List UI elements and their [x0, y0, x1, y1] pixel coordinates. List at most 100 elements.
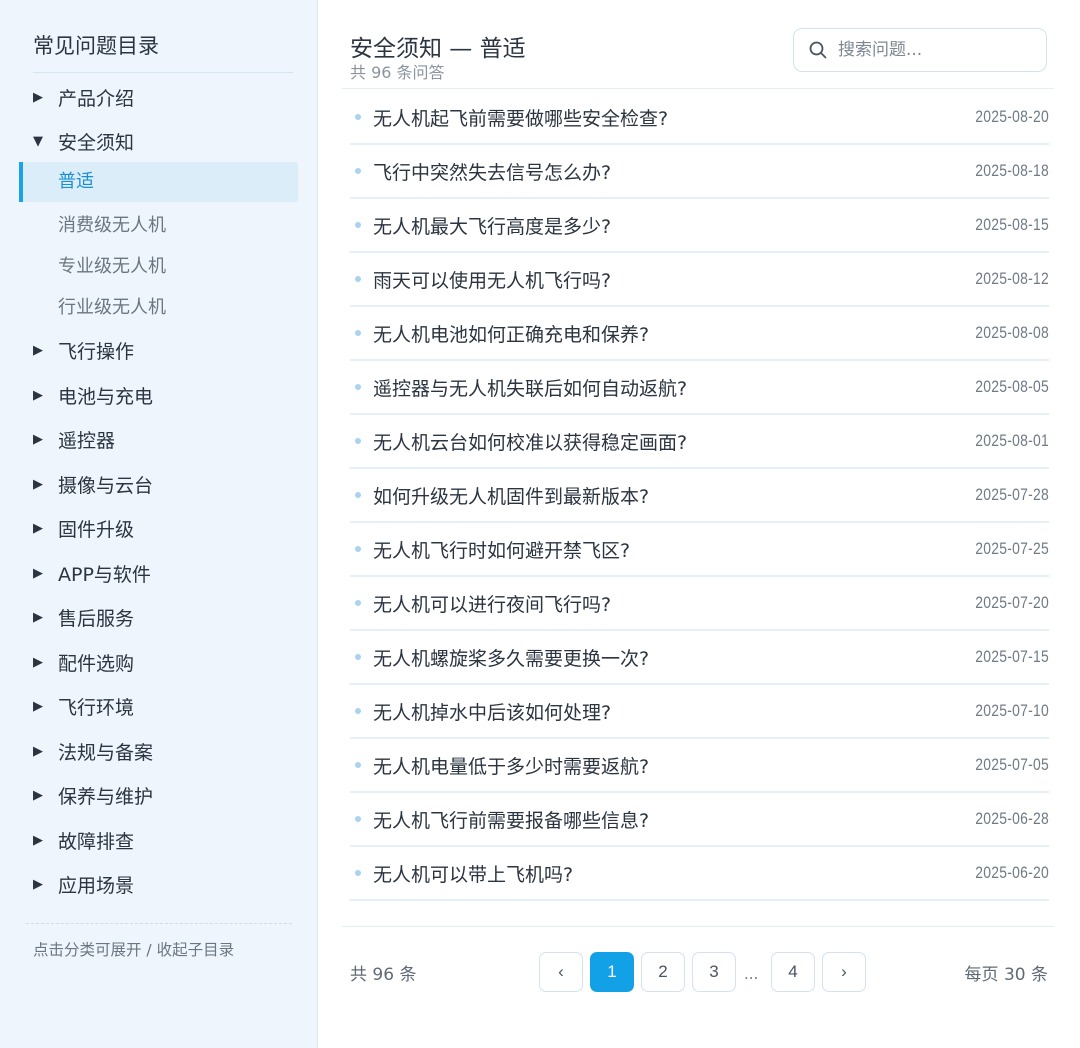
question-title: 无人机电量低于多少时需要返航? — [373, 755, 650, 778]
sidebar-item-label: 固件升级 — [58, 518, 135, 541]
question-title: 无人机螺旋桨多久需要更换一次? — [373, 647, 650, 670]
sidebar-item-label: 飞行操作 — [58, 340, 135, 363]
bullet-dot-icon — [355, 546, 361, 552]
sidebar-subitem-professional[interactable]: 专业级无人机 — [58, 250, 166, 280]
triangle-right-icon: ▶ — [33, 476, 43, 492]
question-date: 2025-07-28 — [975, 485, 1049, 504]
triangle-right-icon: ▶ — [33, 342, 43, 358]
question-row[interactable]: 无人机掉水中后该如何处理? 2025-07-10 — [350, 685, 1049, 739]
question-title: 飞行中突然失去信号怎么办? — [373, 161, 612, 184]
question-row[interactable]: 无人机电池如何正确充电和保养? 2025-08-08 — [350, 307, 1049, 361]
sidebar-item-app[interactable]: ▶ APP与软件 — [33, 558, 151, 588]
prev-page-button[interactable]: ‹ — [539, 952, 583, 992]
bullet-dot-icon — [355, 708, 361, 714]
bullet-dot-icon — [355, 492, 361, 498]
sidebar-item-use-cases[interactable]: ▶ 应用场景 — [33, 869, 134, 899]
question-row[interactable]: 飞行中突然失去信号怎么办? 2025-08-18 — [350, 145, 1049, 199]
search-box[interactable] — [793, 28, 1047, 72]
question-row[interactable]: 雨天可以使用无人机飞行吗? 2025-08-12 — [350, 253, 1049, 307]
question-date: 2025-07-10 — [975, 701, 1049, 720]
sidebar-item-remote[interactable]: ▶ 遥控器 — [33, 424, 115, 454]
sidebar-subitem-industry[interactable]: 行业级无人机 — [58, 291, 166, 321]
triangle-down-icon: ▼ — [33, 133, 43, 149]
question-row[interactable]: 无人机可以进行夜间飞行吗? 2025-07-20 — [350, 577, 1049, 631]
sidebar-title: 常见问题目录 — [33, 34, 159, 58]
sidebar-item-label: 遥控器 — [58, 429, 116, 452]
question-row[interactable]: 无人机飞行前需要报备哪些信息? 2025-06-28 — [350, 793, 1049, 847]
question-row[interactable]: 无人机电量低于多少时需要返航? 2025-07-05 — [350, 739, 1049, 793]
page-button-1[interactable]: 1 — [590, 952, 634, 992]
question-date: 2025-06-28 — [975, 809, 1049, 828]
question-date: 2025-08-18 — [975, 161, 1049, 180]
bullet-dot-icon — [355, 114, 361, 120]
sidebar-item-environment[interactable]: ▶ 飞行环境 — [33, 691, 134, 721]
bullet-dot-icon — [355, 600, 361, 606]
pagination: ‹ 1 2 3 ... 4 › — [539, 952, 869, 992]
sidebar-item-label: 配件选购 — [58, 652, 135, 675]
bullet-dot-icon — [355, 330, 361, 336]
main-content: 安全须知 — 普适 共 96 条问答 无人机起飞前需要做哪些安全检查? 2025… — [319, 0, 1080, 1048]
sidebar-item-accessories[interactable]: ▶ 配件选购 — [33, 647, 134, 677]
sidebar-item-label: 法规与备案 — [58, 741, 154, 764]
header-divider — [342, 88, 1054, 89]
triangle-right-icon: ▶ — [33, 654, 43, 670]
sidebar-item-label: 应用场景 — [58, 874, 135, 897]
question-title: 无人机飞行时如何避开禁飞区? — [373, 539, 631, 562]
question-date: 2025-08-20 — [975, 107, 1049, 126]
sidebar-item-flight-ops[interactable]: ▶ 飞行操作 — [33, 335, 134, 365]
sidebar-item-battery[interactable]: ▶ 电池与充电 — [33, 380, 153, 410]
question-date: 2025-08-15 — [975, 215, 1049, 234]
triangle-right-icon: ▶ — [33, 743, 43, 759]
question-title: 无人机云台如何校准以获得稳定画面? — [373, 431, 688, 454]
question-row[interactable]: 无人机可以带上飞机吗? 2025-06-20 — [350, 847, 1049, 901]
bullet-dot-icon — [355, 438, 361, 444]
bullet-dot-icon — [355, 168, 361, 174]
bullet-dot-icon — [355, 762, 361, 768]
next-page-button[interactable]: › — [822, 952, 866, 992]
page-title: 安全须知 — 普适 — [350, 36, 526, 62]
question-date: 2025-08-05 — [975, 377, 1049, 396]
search-icon — [809, 41, 827, 59]
triangle-right-icon: ▶ — [33, 431, 43, 447]
question-row[interactable]: 无人机螺旋桨多久需要更换一次? 2025-07-15 — [350, 631, 1049, 685]
question-row[interactable]: 无人机最大飞行高度是多少? 2025-08-15 — [350, 199, 1049, 253]
page-button-2[interactable]: 2 — [641, 952, 685, 992]
sidebar-item-maintenance[interactable]: ▶ 保养与维护 — [33, 780, 153, 810]
question-date: 2025-08-12 — [975, 269, 1049, 288]
sidebar-item-product-intro[interactable]: ▶ 产品介绍 — [33, 82, 134, 112]
page-size-label[interactable]: 每页 30 条 — [965, 960, 1048, 985]
triangle-right-icon: ▶ — [33, 787, 43, 803]
bullet-dot-icon — [355, 870, 361, 876]
sidebar-item-troubleshooting[interactable]: ▶ 故障排查 — [33, 825, 134, 855]
question-row[interactable]: 无人机飞行时如何避开禁飞区? 2025-07-25 — [350, 523, 1049, 577]
sidebar-item-after-sales[interactable]: ▶ 售后服务 — [33, 602, 134, 632]
sidebar-item-firmware[interactable]: ▶ 固件升级 — [33, 513, 134, 543]
sidebar-item-label: 故障排查 — [58, 830, 135, 853]
triangle-right-icon: ▶ — [33, 565, 43, 581]
page-button-4[interactable]: 4 — [771, 952, 815, 992]
page-button-3[interactable]: 3 — [692, 952, 736, 992]
sidebar-item-label: APP与软件 — [58, 563, 151, 586]
sidebar-item-camera[interactable]: ▶ 摄像与云台 — [33, 469, 153, 499]
sidebar-item-label: 飞行环境 — [58, 696, 135, 719]
sidebar-subitem-consumer[interactable]: 消费级无人机 — [58, 209, 166, 239]
question-row[interactable]: 遥控器与无人机失联后如何自动返航? 2025-08-05 — [350, 361, 1049, 415]
sidebar-divider — [33, 72, 293, 73]
question-row[interactable]: 无人机起飞前需要做哪些安全检查? 2025-08-20 — [350, 91, 1049, 145]
sidebar-item-safety[interactable]: ▼ 安全须知 — [33, 126, 134, 156]
sidebar-item-label: 保养与维护 — [58, 785, 154, 808]
question-row[interactable]: 如何升级无人机固件到最新版本? 2025-07-28 — [350, 469, 1049, 523]
question-date: 2025-07-05 — [975, 755, 1049, 774]
bullet-dot-icon — [355, 654, 361, 660]
sidebar-item-label: 电池与充电 — [58, 385, 154, 408]
question-title: 无人机起飞前需要做哪些安全检查? — [373, 107, 669, 130]
triangle-right-icon: ▶ — [33, 698, 43, 714]
sidebar-item-regulations[interactable]: ▶ 法规与备案 — [33, 736, 153, 766]
pagination-divider — [342, 926, 1054, 927]
pagination-ellipsis: ... — [744, 965, 759, 983]
sidebar-subitem-general[interactable]: 普适 — [19, 162, 298, 202]
question-row[interactable]: 无人机云台如何校准以获得稳定画面? 2025-08-01 — [350, 415, 1049, 469]
question-title: 无人机可以进行夜间飞行吗? — [373, 593, 612, 616]
question-title: 无人机掉水中后该如何处理? — [373, 701, 612, 724]
search-input[interactable] — [836, 39, 1030, 61]
